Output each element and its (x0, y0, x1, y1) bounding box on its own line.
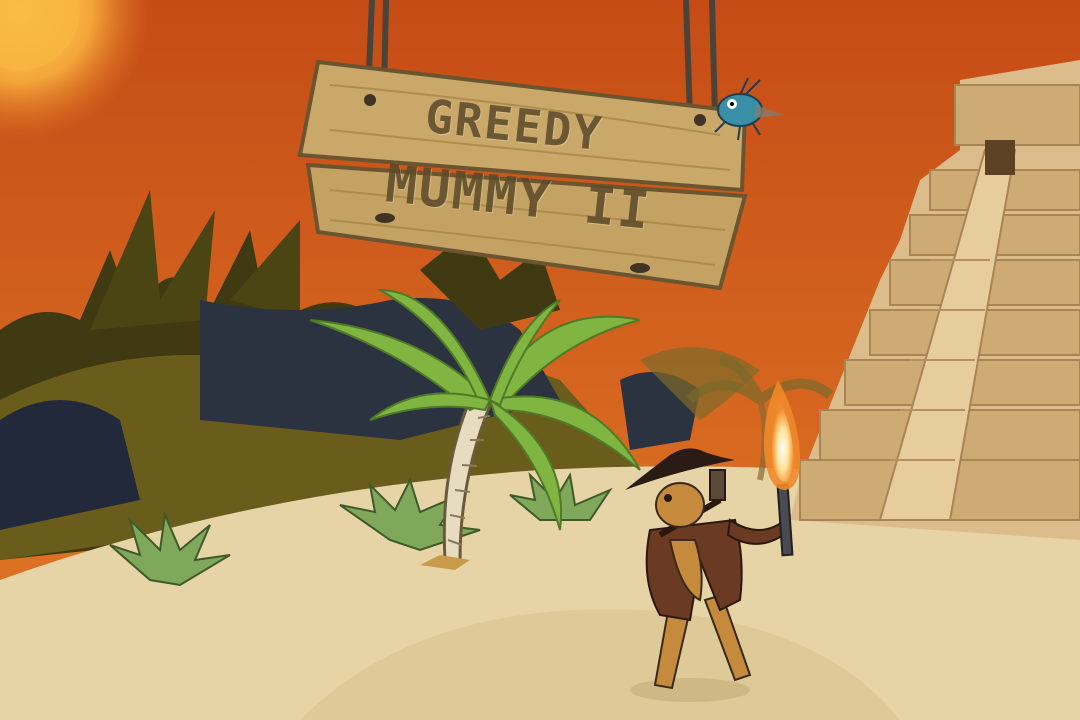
temple-door (985, 140, 1015, 175)
character-shadow (630, 678, 750, 702)
title-screen: GREEDY MUMMY II (0, 0, 1080, 720)
